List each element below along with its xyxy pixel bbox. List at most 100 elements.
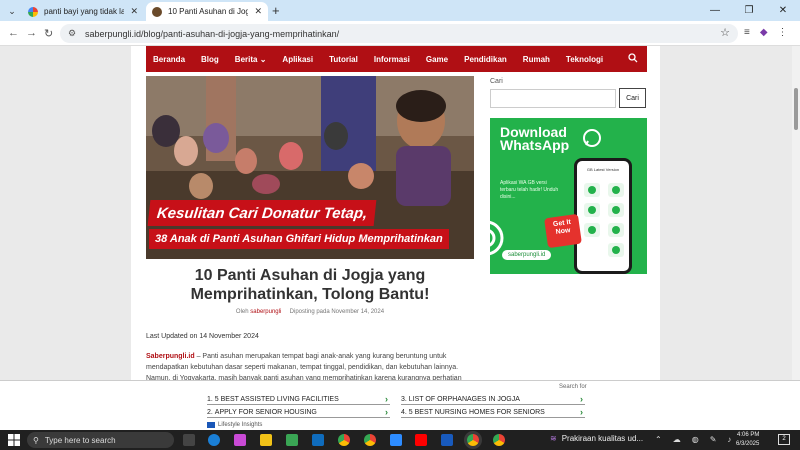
nav-item-label: Berita [234, 54, 258, 64]
back-icon[interactable]: ← [8, 27, 19, 39]
chrome-profile-icon[interactable] [364, 434, 376, 446]
nav-item-game[interactable]: Game [426, 55, 448, 64]
sidebar-search-label: Cari [490, 78, 503, 85]
minimize-icon[interactable]: — [698, 0, 732, 21]
browser-tab-2-active[interactable]: 10 Panti Asuhan di Jogja yang Memprihati… [146, 2, 268, 21]
close-window-icon[interactable]: ✕ [766, 0, 800, 21]
nav-item-beranda[interactable]: Beranda [153, 55, 185, 64]
toolbar-actions: ≡ ◆ ⋮ [744, 27, 788, 38]
tab-title: 10 Panti Asuhan di Jogja yang Memprihati… [168, 7, 249, 16]
ad-link-3[interactable]: 3. LIST OF ORPHANAGES IN JOGJA › [401, 394, 585, 405]
ad-text: 5 BEST ASSISTED LIVING FACILITIES [214, 395, 339, 403]
system-clock[interactable]: 4:06 PM 6/3/2025 [736, 431, 759, 449]
tab-search-chevron-icon[interactable]: ⌄ [4, 3, 20, 19]
close-tab-icon[interactable]: ✕ [254, 6, 262, 17]
site-info-icon[interactable]: ⚙ [68, 28, 79, 39]
maximize-icon[interactable]: ❐ [732, 0, 766, 21]
url-text[interactable]: saberpungli.id/blog/panti-asuhan-di-jogj… [85, 29, 339, 39]
featured-image[interactable]: Kesulitan Cari Donatur Tetap, 38 Anak di… [146, 76, 474, 259]
weather-widget[interactable]: ≋ Prakiraan kualitas ud... [550, 434, 643, 443]
nav-item-pendidikan[interactable]: Pendidikan [464, 55, 507, 64]
article-meta: Oleh saberpungli Diposting pada November… [146, 309, 474, 315]
hero-banner-subheadline: 38 Anak di Panti Asuhan Ghifari Hidup Me… [149, 229, 449, 249]
ad-choices-icon [207, 422, 215, 428]
chevron-up-icon[interactable]: ⌃ [655, 435, 662, 444]
site-nav: Beranda Blog Berita ⌄ Aplikasi Tutorial … [146, 46, 647, 72]
excerpt-brand-link[interactable]: Saberpungli.id [146, 353, 195, 360]
pen-icon[interactable]: ✎ [710, 435, 717, 444]
author-link[interactable]: saberpungli [250, 309, 281, 315]
extension-icon[interactable]: ◆ [760, 27, 768, 38]
windows-start-icon[interactable] [8, 434, 20, 446]
search-icon[interactable] [628, 53, 638, 63]
youtube-icon[interactable] [415, 434, 427, 446]
nav-item-aplikasi[interactable]: Aplikasi [282, 55, 313, 64]
zoom-icon[interactable] [390, 434, 402, 446]
volume-icon[interactable]: ♪ [727, 435, 731, 444]
forward-icon[interactable]: → [26, 27, 37, 39]
close-tab-icon[interactable]: ✕ [130, 6, 138, 17]
file-explorer-icon[interactable] [260, 434, 272, 446]
nav-item-berita[interactable]: Berita ⌄ [235, 55, 267, 64]
menu-icon[interactable]: ⋮ [778, 27, 788, 38]
ad-link-2[interactable]: 2. APPLY FOR SENIOR HOUSING › [207, 407, 390, 418]
taskbar-search-box[interactable]: ⚲ Type here to search [27, 432, 174, 448]
ad-footer-text: Lifestyle Insights [218, 422, 263, 428]
sidebar-search-button[interactable]: Cari [619, 88, 646, 108]
chevron-right-icon: › [580, 407, 583, 417]
ad-link-4[interactable]: 4. 5 BEST NURSING HOMES FOR SENIORS › [401, 407, 585, 418]
chevron-right-icon: › [385, 394, 388, 404]
ad-search-for-label: Search for [559, 384, 587, 390]
onedrive-icon[interactable]: ☁ [673, 435, 681, 444]
notification-icon[interactable]: 2 [778, 434, 790, 445]
ad-link-1[interactable]: 1. 5 BEST ASSISTED LIVING FACILITIES › [207, 394, 390, 405]
copilot-icon[interactable] [234, 434, 246, 446]
scrollbar-thumb[interactable] [794, 88, 798, 130]
google-favicon-icon [28, 6, 38, 17]
chrome-active-icon[interactable] [467, 434, 479, 446]
wa-ad-title: Download WhatsApp [500, 125, 570, 153]
article-title: 10 Panti Asuhan di Jogja yang Memprihati… [190, 267, 430, 303]
nav-item-blog[interactable]: Blog [201, 55, 219, 64]
clock-date: 6/3/2025 [736, 441, 760, 447]
get-it-now-badge: Get It Now [544, 213, 582, 249]
reload-icon[interactable]: ↻ [44, 27, 53, 40]
bookmark-star-icon[interactable]: ☆ [720, 26, 730, 39]
wa-title-line-2: WhatsApp [500, 137, 570, 153]
app-grid-icon [584, 183, 624, 257]
store-icon[interactable] [286, 434, 298, 446]
phone-screen: GB Latest Version [577, 161, 629, 271]
ad-number: 4. [401, 408, 407, 416]
chevron-right-icon: › [580, 394, 583, 404]
search-icon: ⚲ [33, 435, 39, 445]
banner-line-2: 38 Anak di Panti Asuhan Ghifari Hidup Me… [155, 233, 443, 245]
chrome-window-icon[interactable] [493, 434, 505, 446]
last-updated: Last Updated on 14 November 2024 [146, 333, 259, 340]
task-view-icon[interactable] [183, 434, 195, 446]
windows-taskbar: ⚲ Type here to search ≋ Prakiraan kualit… [0, 430, 800, 450]
clock-time: 4:06 PM [737, 432, 760, 438]
sidebar-search-input[interactable] [490, 89, 616, 108]
network-icon[interactable]: ◍ [692, 435, 699, 444]
outlook-icon[interactable] [312, 434, 324, 446]
chrome-icon[interactable] [338, 434, 350, 446]
nav-item-teknologi[interactable]: Teknologi [566, 55, 603, 64]
browser-tab-1[interactable]: panti bayi yang tidak layak fasilitas ✕ [22, 2, 144, 21]
tab-search-icon[interactable]: ≡ [744, 27, 750, 38]
word-icon[interactable] [441, 434, 453, 446]
wa-ad-url: saberpungli.id [502, 250, 552, 260]
address-bar[interactable]: ⚙ saberpungli.id/blog/panti-asuhan-di-jo… [60, 24, 738, 43]
page-viewport: Beranda Blog Berita ⌄ Aplikasi Tutorial … [0, 46, 800, 380]
new-tab-icon[interactable]: + [272, 3, 280, 18]
whatsapp-ad-banner[interactable]: Download WhatsApp Aplikasi WA GB versi t… [490, 118, 647, 274]
nav-item-informasi[interactable]: Informasi [374, 55, 410, 64]
tab-title: panti bayi yang tidak layak fasilitas [44, 7, 125, 16]
nav-item-tutorial[interactable]: Tutorial [329, 55, 358, 64]
banner-line-1: Kesulitan Cari Donatur Tetap, [156, 204, 369, 222]
nav-item-rumah[interactable]: Rumah [523, 55, 550, 64]
page-scrollbar[interactable] [792, 46, 800, 380]
taskbar-search-placeholder: Type here to search [44, 435, 116, 445]
weather-text: Prakiraan kualitas ud... [561, 434, 644, 443]
wa-ad-text: Aplikasi WA GB versi terbaru telah hadir… [500, 180, 559, 200]
edge-icon[interactable] [208, 434, 220, 446]
